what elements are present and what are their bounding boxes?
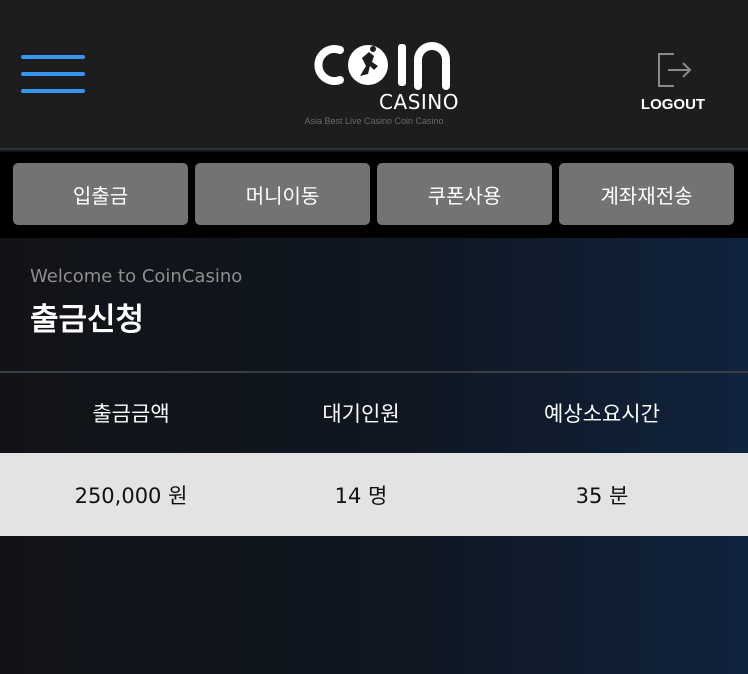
app-header: CASINO Asia Best Live Casino Coin Casino… — [0, 0, 748, 150]
logo-subtitle: CASINO — [379, 90, 459, 114]
logout-label: LOGOUT — [640, 96, 706, 113]
welcome-text: Welcome to CoinCasino — [30, 266, 243, 287]
main-content: Welcome to CoinCasino 출금신청 출금금액 대기인원 예상소… — [0, 238, 748, 674]
logout-icon — [658, 53, 692, 87]
tab-deposit-withdraw[interactable]: 입출금 — [13, 163, 188, 225]
menu-bar — [21, 72, 85, 76]
cell-eta: 35 분 — [575, 483, 629, 508]
menu-bar — [21, 89, 85, 93]
logo-tagline: Asia Best Live Casino Coin Casino — [304, 116, 444, 126]
cell-queue: 14 명 — [334, 483, 388, 508]
hamburger-menu-icon[interactable] — [21, 55, 85, 95]
tab-account-resend[interactable]: 계좌재전송 — [559, 163, 734, 225]
column-header-amount: 출금금액 — [92, 402, 170, 426]
table-header: 출금금액 대기인원 예상소요시간 — [0, 373, 748, 453]
column-header-eta: 예상소요시간 — [544, 402, 660, 426]
logout-button[interactable]: LOGOUT — [636, 50, 710, 116]
table-row: 250,000 원 14 명 35 분 — [0, 453, 748, 536]
tab-money-transfer[interactable]: 머니이동 — [195, 163, 370, 225]
tab-bar: 입출금 머니이동 쿠폰사용 계좌재전송 — [0, 152, 748, 238]
coin-wordmark-logo — [314, 42, 450, 90]
cell-amount: 250,000 원 — [74, 483, 188, 508]
site-logo[interactable]: CASINO Asia Best Live Casino Coin Casino — [283, 36, 465, 132]
page-title: 출금신청 — [30, 302, 145, 338]
column-header-queue: 대기인원 — [322, 402, 400, 426]
tab-coupon[interactable]: 쿠폰사용 — [377, 163, 552, 225]
menu-bar — [21, 55, 85, 59]
